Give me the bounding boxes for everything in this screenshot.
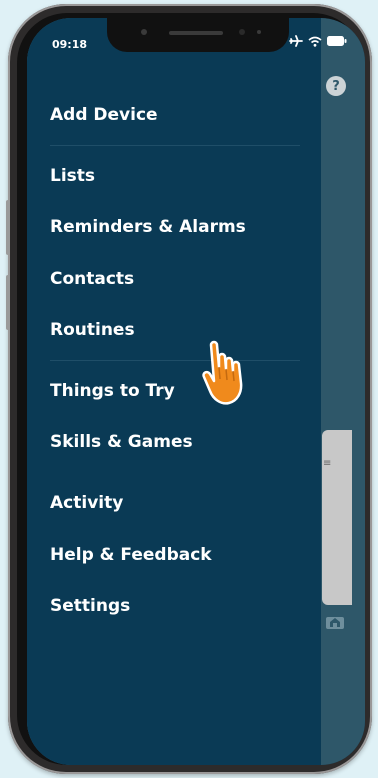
notch-sensor	[257, 30, 261, 34]
menu-item-contacts[interactable]: Contacts	[50, 269, 134, 289]
menu-item-things-to-try[interactable]: Things to Try	[50, 381, 175, 401]
notch-speaker	[169, 31, 223, 35]
phone-volume-button	[6, 275, 10, 330]
notch-sensor	[141, 29, 147, 35]
status-time: 09:18	[52, 38, 88, 51]
menu-item-skills-games[interactable]: Skills & Games	[50, 432, 193, 452]
status-icons	[289, 35, 347, 47]
phone-mute-switch	[6, 200, 10, 255]
menu-item-reminders-alarms[interactable]: Reminders & Alarms	[50, 217, 246, 237]
menu-divider	[50, 145, 300, 146]
menu-item-activity[interactable]: Activity	[50, 493, 123, 513]
menu-item-lists[interactable]: Lists	[50, 166, 95, 186]
wifi-icon	[308, 36, 322, 47]
menu-item-help-feedback[interactable]: Help & Feedback	[50, 545, 212, 565]
background-card-handle: ≡	[323, 458, 332, 469]
question-icon[interactable]: ?	[326, 76, 346, 96]
phone-screen: ? ≡ Add Device Lists Reminders & Alarms …	[27, 18, 365, 765]
background-card	[322, 430, 352, 605]
side-drawer-menu: Add Device Lists Reminders & Alarms Cont…	[27, 18, 321, 765]
menu-item-settings[interactable]: Settings	[50, 596, 130, 616]
front-camera	[239, 29, 245, 35]
menu-item-routines[interactable]: Routines	[50, 320, 135, 340]
airplane-icon	[289, 35, 303, 47]
menu-item-add-device[interactable]: Add Device	[50, 105, 158, 125]
home-icon[interactable]	[324, 611, 346, 629]
battery-icon	[327, 36, 347, 46]
status-bar: 09:18	[27, 18, 365, 68]
phone-notch	[107, 18, 289, 52]
hand-pointer-icon	[202, 340, 243, 405]
